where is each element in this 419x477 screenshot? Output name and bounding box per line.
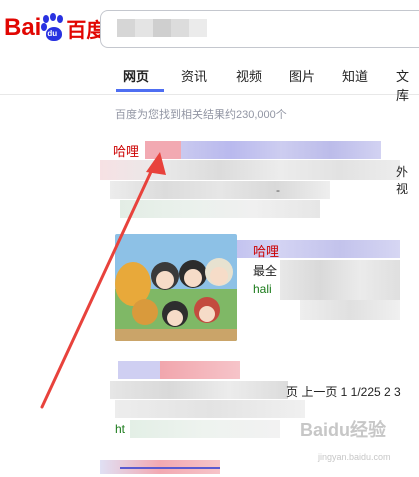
red-annotation-arrow	[40, 152, 166, 409]
baidu-jingyan-watermark: Baidu经验	[300, 420, 387, 440]
watermark-url: jingyan.baidu.com	[318, 452, 391, 462]
